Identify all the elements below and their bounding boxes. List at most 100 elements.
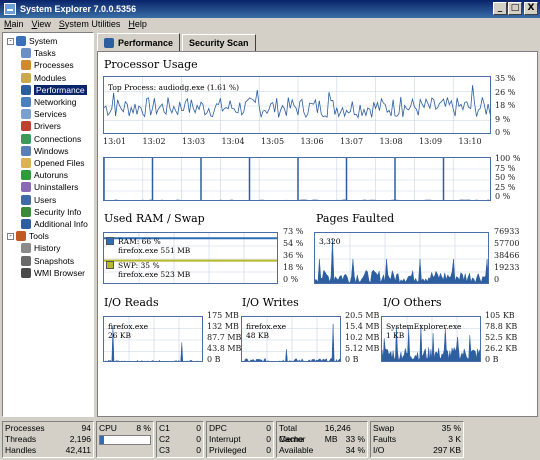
menu-help[interactable]: Help	[124, 18, 151, 32]
tree-item-wmi-browser[interactable]: WMI Browser	[21, 267, 85, 279]
io-others-heading: I/O Others	[383, 296, 442, 309]
tree-item-windows[interactable]: Windows	[21, 145, 68, 157]
y-tick-label: 0	[494, 275, 500, 284]
tree-item-label: Processes	[34, 60, 74, 71]
time-tick-label: 13:07	[340, 137, 364, 146]
users-icon	[21, 194, 31, 205]
tree-item-uninstallers[interactable]: Uninstallers	[21, 181, 78, 193]
tab-performance[interactable]: Performance	[97, 33, 181, 52]
handles-value: 42,411	[65, 445, 91, 455]
io-label: I/O	[373, 445, 385, 455]
tasks-icon	[21, 48, 31, 59]
y-tick-label: 78.8 KB	[485, 322, 518, 331]
minimize-button[interactable]: _	[493, 2, 507, 15]
cpu-usage-fill	[100, 436, 104, 444]
tree-item-label: Performance	[34, 84, 87, 95]
tree-item-label: Autoruns	[34, 170, 69, 181]
privileged-value: 0	[266, 445, 271, 455]
menu-main[interactable]: Main	[0, 18, 28, 32]
status-swap: Swap 35 % Faults 3 K I/O 297 KB	[370, 421, 464, 458]
tree-item-label: Tools	[29, 231, 49, 242]
time-tick-label: 13:02	[142, 137, 166, 146]
tree-item-users[interactable]: Users	[21, 194, 56, 206]
autoruns-icon	[21, 170, 31, 181]
y-tick-label: 0 B	[485, 355, 499, 364]
tree-item-processes[interactable]: Processes	[21, 59, 74, 71]
time-tick-label: 13:05	[261, 137, 285, 146]
title-bar: System Explorer 7.0.0.5356 _ □ X	[0, 0, 540, 18]
menu-view[interactable]: View	[28, 18, 55, 32]
tree-item-opened-files[interactable]: Opened Files	[21, 157, 85, 169]
tree-item-connections[interactable]: Connections	[21, 133, 81, 145]
tree-item-label: History	[34, 243, 61, 254]
tree-item-performance[interactable]: Performance	[21, 84, 87, 96]
security-info-icon	[21, 206, 31, 217]
tree-item-additional-info[interactable]: Additional Info	[21, 218, 88, 230]
uninstallers-icon	[21, 182, 31, 193]
expand-toggle[interactable]: -	[7, 232, 14, 240]
cache-value: 33 %	[345, 434, 365, 444]
maximize-button[interactable]: □	[508, 2, 522, 15]
y-tick-label: 57700	[494, 239, 520, 248]
y-tick-label: 0 %	[495, 192, 511, 201]
tree-item-autoruns[interactable]: Autoruns	[21, 169, 68, 181]
tree-item-system[interactable]: - System	[7, 35, 57, 47]
y-tick-label: 36 %	[283, 251, 304, 260]
tree-item-security-info[interactable]: Security Info	[21, 206, 81, 218]
io-others-graph: SystemExplorer.exe 1 KB	[381, 316, 481, 362]
status-cpu: CPU 8 %	[96, 421, 154, 458]
tree-item-label: Windows	[34, 145, 69, 156]
privileged-label: Privileged	[209, 445, 247, 455]
tree-item-history[interactable]: History	[21, 242, 60, 254]
swap-swatch	[106, 261, 114, 269]
windows-icon	[21, 145, 31, 156]
ram-top-process: firefox.exe 551 MB	[118, 246, 191, 255]
y-tick-label: 26.2 KB	[485, 344, 518, 353]
tree-item-drivers[interactable]: Drivers	[21, 120, 61, 132]
close-button[interactable]: X	[524, 2, 538, 15]
additional-info-icon	[21, 219, 31, 229]
tree-item-services[interactable]: Services	[21, 108, 67, 120]
cpu-value: 8 %	[136, 423, 151, 433]
dpc-value: 0	[266, 423, 271, 433]
dpc-label: DPC	[209, 423, 227, 433]
status-interrupts: DPC 0 Interrupt 0 Privileged 0	[206, 421, 274, 458]
time-tick-label: 13:01	[103, 137, 127, 146]
y-tick-label: 18 %	[283, 263, 304, 272]
tab-security-scan[interactable]: Security Scan	[182, 34, 256, 52]
time-tick-label: 13:10	[458, 137, 482, 146]
time-tick-label: 13:03	[182, 137, 206, 146]
y-tick-label: 43.8 MB	[207, 344, 242, 353]
tree-item-tools[interactable]: - Tools	[7, 230, 49, 242]
performance-panel: Processor Usage Top Process: audiodg.exe…	[97, 51, 538, 417]
swap-status-value: 35 %	[441, 423, 461, 433]
tree-item-label: WMI Browser	[34, 267, 85, 278]
tree-item-modules[interactable]: Modules	[21, 72, 66, 84]
handles-label: Handles	[5, 445, 37, 455]
swap-legend: SWP: 35 % firefox.exe 523 MB	[106, 261, 190, 279]
tree-item-networking[interactable]: Networking	[21, 96, 77, 108]
expand-toggle[interactable]: -	[7, 37, 14, 45]
ram-value: RAM: 66 %	[118, 237, 161, 246]
tree-item-tasks[interactable]: Tasks	[21, 47, 56, 59]
menu-system-utilities[interactable]: System Utilities	[55, 18, 125, 32]
history-icon	[21, 243, 31, 254]
y-tick-label: 5.12 MB	[345, 344, 380, 353]
y-tick-label: 20.5 MB	[345, 311, 380, 320]
c2-label: C2	[159, 434, 170, 444]
c1-label: C1	[159, 423, 170, 433]
cpu-usage-bar	[99, 435, 151, 445]
cpu-label: CPU	[99, 423, 117, 433]
tree-item-label: Connections	[34, 133, 82, 144]
interrupt-label: Interrupt	[209, 434, 241, 444]
y-tick-label: 132 MB	[207, 322, 239, 331]
io-writes-heading: I/O Writes	[242, 296, 299, 309]
ram-legend: RAM: 66 % firefox.exe 551 MB	[106, 237, 190, 255]
status-empty	[466, 421, 538, 458]
tree-item-snapshots[interactable]: Snapshots	[21, 255, 74, 267]
cache-label: Cache	[279, 434, 304, 444]
tree-item-label: System	[29, 36, 58, 46]
y-tick-label: 25 %	[495, 182, 516, 192]
io-others-top: SystemExplorer.exe	[386, 322, 462, 331]
y-tick-label: 87.7 MB	[207, 333, 242, 342]
